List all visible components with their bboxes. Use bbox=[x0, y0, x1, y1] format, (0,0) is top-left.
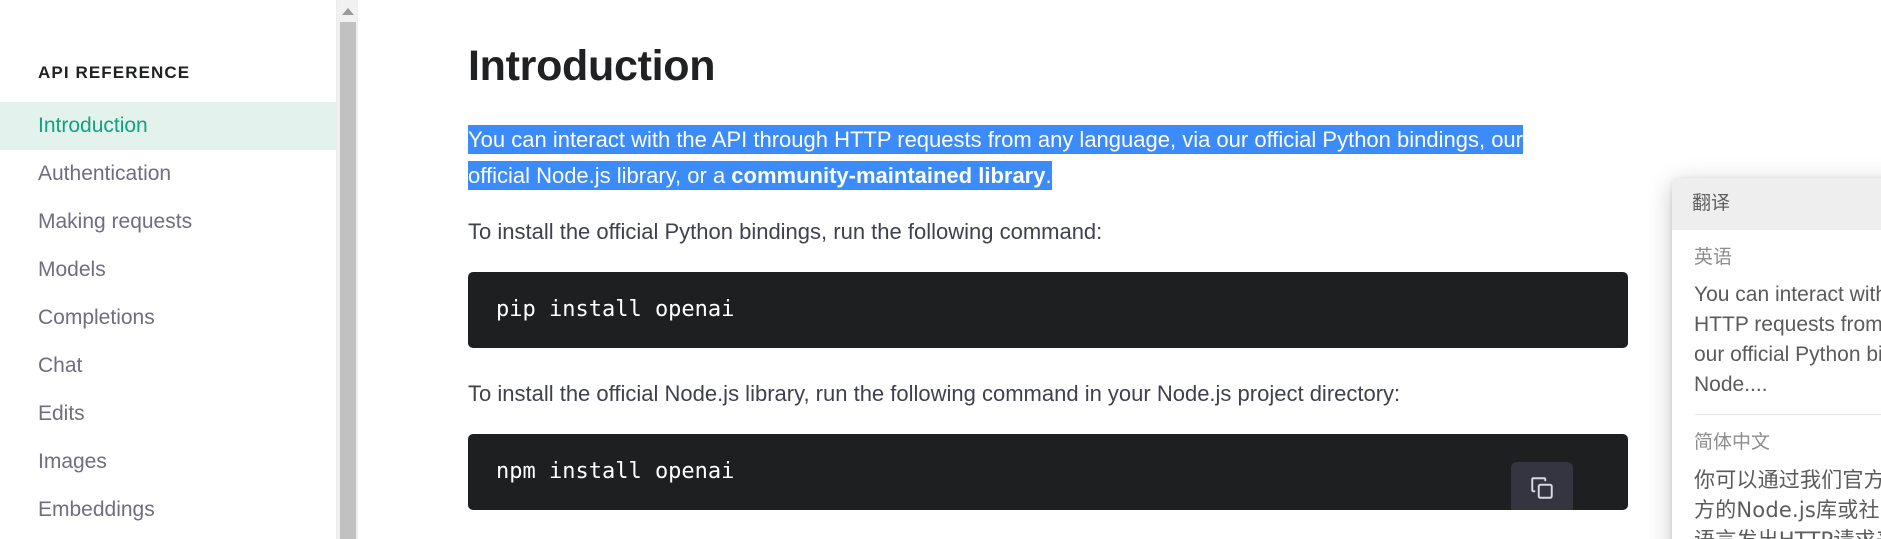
translate-section-source: 英语 You can interact with the API through… bbox=[1694, 244, 1881, 400]
translate-target-text: 你可以通过我们官方的Python绑定、官方的Node.js库或社区维护的库，从任… bbox=[1694, 468, 1881, 539]
sidebar-item-models[interactable]: Models bbox=[0, 246, 358, 294]
sidebar-item-completions[interactable]: Completions bbox=[0, 294, 358, 342]
sidebar-scrollbar[interactable] bbox=[336, 0, 358, 539]
sidebar-item-embeddings[interactable]: Embeddings bbox=[0, 486, 358, 534]
sidebar: API REFERENCE Introduction Authenticatio… bbox=[0, 0, 358, 539]
main-content: Introduction You can interact with the A… bbox=[358, 0, 1881, 539]
translate-target-language-label: 简体中文 bbox=[1694, 432, 1771, 453]
code-block-node: npm install openai bbox=[468, 434, 1628, 510]
copy-icon[interactable] bbox=[1511, 462, 1573, 510]
intro-paragraph-selected: You can interact with the API through HT… bbox=[468, 122, 1558, 194]
page-title: Introduction bbox=[468, 42, 716, 90]
sidebar-item-introduction[interactable]: Introduction bbox=[0, 102, 358, 150]
translate-popup-title: 翻译 bbox=[1692, 193, 1731, 214]
python-install-intro: To install the official Python bindings,… bbox=[468, 219, 1103, 244]
sidebar-item-chat[interactable]: Chat bbox=[0, 342, 358, 390]
sidebar-item-making-requests[interactable]: Making requests bbox=[0, 198, 358, 246]
documentation-page: API REFERENCE Introduction Authenticatio… bbox=[0, 0, 1881, 539]
triangle-up-icon[interactable] bbox=[337, 0, 358, 22]
code-text-node: npm install openai bbox=[496, 459, 735, 484]
sidebar-item-images[interactable]: Images bbox=[0, 438, 358, 486]
sidebar-inner: API REFERENCE Introduction Authenticatio… bbox=[0, 0, 358, 534]
community-library-link[interactable]: community-maintained library bbox=[731, 163, 1045, 188]
intro-paragraph-tail: . bbox=[1045, 163, 1052, 188]
scrollbar-thumb[interactable] bbox=[340, 22, 356, 539]
code-block-python: pip install openai bbox=[468, 272, 1628, 348]
translate-popup-body: 英语 You can interact with the API through… bbox=[1672, 230, 1881, 539]
translate-source-text: You can interact with the API through HT… bbox=[1694, 283, 1881, 396]
translate-source-language-label: 英语 bbox=[1694, 247, 1733, 268]
translate-section-target: 简体中文 你可以通过我们官方的Python绑定、官方的Node.js库或社区维护… bbox=[1694, 414, 1881, 539]
translate-popup-header: 翻译 X bbox=[1672, 178, 1881, 230]
content-column: Introduction You can interact with the A… bbox=[358, 0, 1628, 510]
node-install-intro: To install the official Node.js library,… bbox=[468, 381, 1401, 406]
sidebar-nav-list: Introduction Authentication Making reque… bbox=[0, 102, 358, 534]
code-text-python: pip install openai bbox=[496, 297, 735, 322]
sidebar-heading: API REFERENCE bbox=[38, 63, 191, 82]
selected-text-run: You can interact with the API through HT… bbox=[468, 125, 1523, 190]
sidebar-item-authentication[interactable]: Authentication bbox=[0, 150, 358, 198]
translate-popup: 翻译 X 英语 You can interact with the API th… bbox=[1672, 178, 1881, 539]
sidebar-item-edits[interactable]: Edits bbox=[0, 390, 358, 438]
